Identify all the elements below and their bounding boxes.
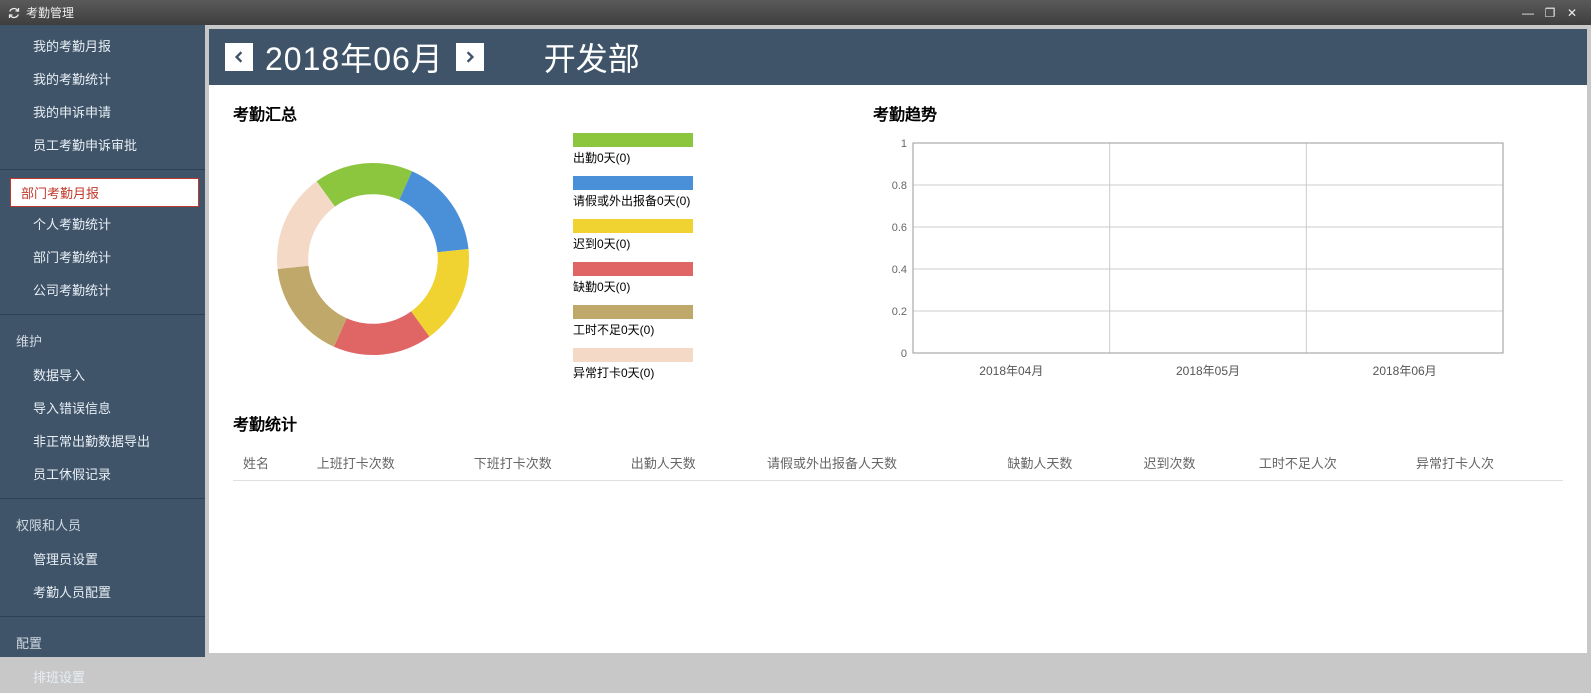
sidebar-header-perm: 权限和人员: [0, 507, 205, 542]
svg-text:0.6: 0.6: [892, 222, 907, 234]
legend-item: 迟到0天(0): [573, 219, 693, 252]
svg-text:0.8: 0.8: [892, 180, 907, 192]
svg-text:0.2: 0.2: [892, 306, 907, 318]
prev-month-button[interactable]: [225, 43, 253, 71]
stats-title: 考勤统计: [233, 411, 1563, 435]
titlebar: 考勤管理 — ❐ ✕: [0, 0, 1591, 25]
legend-item: 异常打卡0天(0): [573, 348, 693, 381]
next-month-button[interactable]: [456, 43, 484, 71]
refresh-icon[interactable]: [8, 7, 20, 19]
attendance-donut-chart: [233, 133, 513, 373]
sidebar-item-staff[interactable]: 考勤人员配置: [0, 575, 205, 608]
legend-swatch: [573, 262, 693, 276]
legend-item: 请假或外出报备0天(0): [573, 176, 693, 209]
legend-label: 迟到0天(0): [573, 237, 630, 251]
table-header: 异常打卡人次: [1406, 445, 1563, 481]
donut-legend: 出勤0天(0) 请假或外出报备0天(0) 迟到0天(0) 缺勤0天(0) 工时不足0天(…: [573, 133, 693, 391]
svg-text:2018年04月: 2018年04月: [979, 364, 1043, 378]
summary-title: 考勤汇总: [233, 101, 843, 125]
legend-swatch: [573, 219, 693, 233]
svg-text:2018年06月: 2018年06月: [1373, 364, 1437, 378]
legend-item: 出勤0天(0): [573, 133, 693, 166]
svg-text:0: 0: [901, 348, 907, 360]
trend-title: 考勤趋势: [873, 101, 1563, 125]
sidebar-item-company-stats[interactable]: 公司考勤统计: [0, 273, 205, 306]
current-month: 2018年06月: [253, 34, 456, 80]
sidebar-item-import-error[interactable]: 导入错误信息: [0, 391, 205, 424]
legend-swatch: [573, 305, 693, 319]
table-header: 迟到次数: [1134, 445, 1249, 481]
legend-label: 缺勤0天(0): [573, 280, 630, 294]
legend-label: 请假或外出报备0天(0): [573, 194, 690, 208]
sidebar-item-my-monthly[interactable]: 我的考勤月报: [0, 29, 205, 62]
table-header: 请假或外出报备人天数: [757, 445, 997, 481]
sidebar-header-maintain: 维护: [0, 323, 205, 358]
sidebar-item-person-stats[interactable]: 个人考勤统计: [0, 207, 205, 240]
donut-slice: [317, 163, 412, 207]
svg-text:2018年05月: 2018年05月: [1176, 364, 1240, 378]
close-button[interactable]: ✕: [1561, 6, 1583, 20]
legend-swatch: [573, 176, 693, 190]
minimize-button[interactable]: —: [1517, 6, 1539, 20]
sidebar-item-my-stats[interactable]: 我的考勤统计: [0, 62, 205, 95]
window-title: 考勤管理: [26, 4, 74, 21]
table-header: 出勤人天数: [621, 445, 757, 481]
table-header: 缺勤人天数: [997, 445, 1133, 481]
svg-text:0.4: 0.4: [892, 264, 907, 276]
donut-slice: [399, 171, 468, 252]
legend-item: 工时不足0天(0): [573, 305, 693, 338]
sidebar-item-import[interactable]: 数据导入: [0, 358, 205, 391]
svg-text:1: 1: [901, 138, 907, 150]
maximize-button[interactable]: ❐: [1539, 6, 1561, 20]
stats-table: 姓名上班打卡次数下班打卡次数出勤人天数请假或外出报备人天数缺勤人天数迟到次数工时…: [233, 445, 1563, 481]
table-header: 工时不足人次: [1249, 445, 1406, 481]
table-header: 姓名: [233, 445, 307, 481]
sidebar-item-shift[interactable]: 排班设置: [0, 660, 205, 693]
legend-label: 异常打卡0天(0): [573, 366, 654, 380]
sidebar-item-dept-monthly[interactable]: 部门考勤月报: [10, 178, 199, 207]
sidebar: 我的考勤月报 我的考勤统计 我的申诉申请 员工考勤申诉审批 部门考勤月报 个人考…: [0, 25, 205, 657]
header-strip: 2018年06月 开发部: [209, 29, 1587, 85]
legend-item: 缺勤0天(0): [573, 262, 693, 295]
department-name: 开发部: [484, 34, 640, 80]
sidebar-header-config: 配置: [0, 625, 205, 660]
sidebar-item-admin[interactable]: 管理员设置: [0, 542, 205, 575]
legend-swatch: [573, 348, 693, 362]
sidebar-item-emp-appeal[interactable]: 员工考勤申诉审批: [0, 128, 205, 161]
sidebar-item-dept-stats[interactable]: 部门考勤统计: [0, 240, 205, 273]
legend-label: 工时不足0天(0): [573, 323, 654, 337]
attendance-trend-chart: 0 0.2 0.4 0.6 0.8 1 2018年04月 2018年05月 2018年06月: [873, 133, 1513, 383]
sidebar-item-my-appeal[interactable]: 我的申诉申请: [0, 95, 205, 128]
legend-label: 出勤0天(0): [573, 151, 630, 165]
legend-swatch: [573, 133, 693, 147]
table-header: 上班打卡次数: [307, 445, 464, 481]
sidebar-item-abnormal-export[interactable]: 非正常出勤数据导出: [0, 424, 205, 457]
sidebar-item-vacation[interactable]: 员工休假记录: [0, 457, 205, 490]
donut-slice: [278, 266, 347, 347]
table-header: 下班打卡次数: [464, 445, 621, 481]
donut-slice: [334, 311, 429, 355]
